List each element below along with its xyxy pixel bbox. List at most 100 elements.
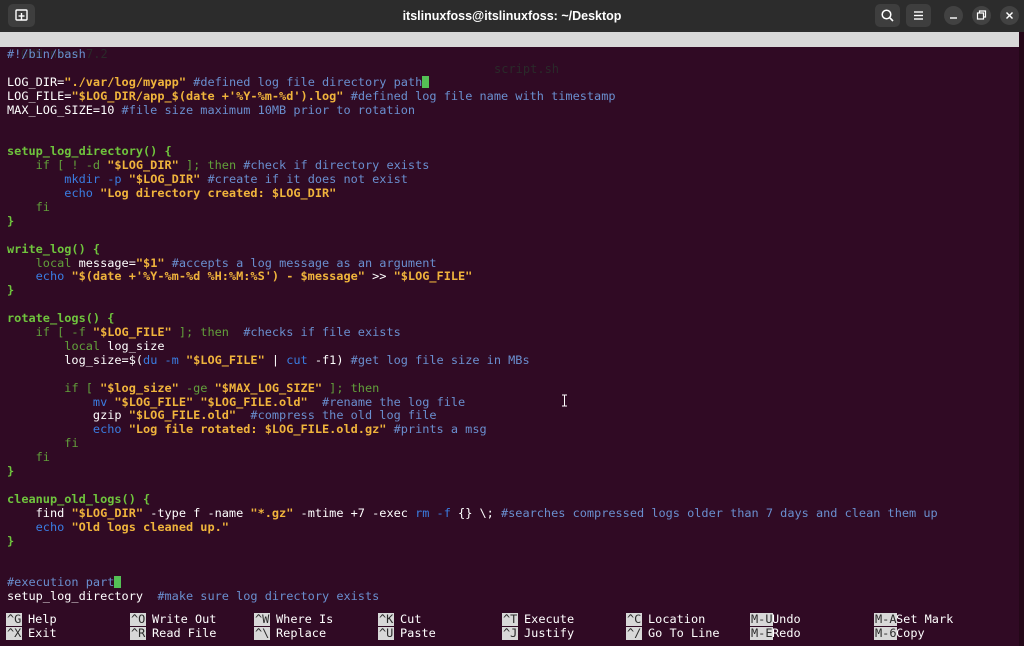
code-token: "$LOG_DIR" [107,158,179,173]
close-button[interactable] [1000,6,1019,25]
shortcut-key-paste: ^U [378,626,395,640]
code-token: #check if directory exists [243,158,430,173]
code-token: setup_log_directory() { [7,144,172,159]
code-token: "Log file rotated: $LOG_FILE.old.gz" [128,422,387,437]
shortcut-key-justify: ^J [502,626,519,640]
code-line: echo "$(date +'%Y-%m-%d %H:%M:%S') - $me… [7,269,473,284]
code-line: echo "Log file rotated: $LOG_FILE.old.gz… [7,422,487,436]
code-token: rm -f [415,505,459,520]
code-token: #rename the log file [322,394,466,409]
code-line: local log_size [7,338,165,353]
code-line: local message="$1" #accepts a log messag… [7,256,437,270]
shortcut-key-copy: M-6 [874,626,898,640]
code-line: fi [7,450,50,464]
code-token: mv [92,394,115,409]
code-token: fi [35,199,50,214]
code-token: LOG_DIR= [7,74,65,89]
code-token: -f1) [314,352,351,367]
menu-button[interactable] [906,4,931,27]
shortcut-key-set-mark: M-A [874,612,898,626]
code-token: if [ [64,380,101,395]
code-line: find "$LOG_DIR" -type f -name "*.gz" -mt… [7,506,938,520]
shortcut-key-redo: M-E [750,626,774,640]
code-token: local [64,338,108,353]
shortcut-label-justify: Justify [524,626,575,640]
code-token: >> [364,269,394,284]
code-token: ]; then [171,325,244,339]
maximize-button[interactable] [972,6,991,25]
shortcut-key-execute: ^T [502,612,519,626]
code-token: LOG_FILE= [7,88,72,103]
shortcut-key-location: ^C [626,612,643,626]
code-token: #checks if file exists [243,325,401,339]
shortcut-label-read-file: Read File [152,626,217,640]
code-token: -ge [178,380,215,395]
code-token: | [264,352,287,367]
code-line: #execution part [7,575,122,589]
code-token: cleanup_old_logs() { [7,491,151,506]
shortcut-key-where-is: ^W [254,612,271,626]
code-token: log_size=$( [7,352,144,367]
code-token: message= [78,255,136,270]
code-token: fi [64,436,79,451]
code-token: #!/bin/bash [7,47,86,61]
code-token: #make sure log directory exists [157,589,380,604]
close-icon [1006,12,1013,19]
hamburger-menu-icon [914,11,923,20]
code-line: echo "Log directory created: $LOG_DIR" [7,186,336,200]
shortcut-label-exit: Exit [28,626,57,640]
restore-icon [976,10,987,20]
code-token: "$LOG_FILE" [393,269,473,284]
shortcut-label-where-is: Where Is [276,612,334,626]
shortcut-key-help: ^G [6,612,23,626]
editor-area[interactable]: #!/bin/bash LOG_DIR="./var/log/myapp" #de… [0,47,1019,608]
code-token: -mtime +7 -exec [293,505,416,520]
shortcut-label-copy: Copy [896,626,925,640]
code-token: "$LOG_DIR" [128,172,201,187]
code-line: fi [7,436,79,451]
shortcut-label-help: Help [28,612,57,626]
code-token: "Log directory created: $LOG_DIR" [100,186,337,200]
shortcut-key-exit: ^X [6,626,23,640]
code-token: "$MAX_LOG_SIZE" [214,380,323,395]
code-line: } [7,283,14,297]
scrollbar[interactable] [1019,32,1024,646]
search-button[interactable] [875,4,900,27]
code-token: "$LOG_FILE" [185,352,265,367]
shortcut-label-undo: Undo [772,612,801,626]
code-token: echo [35,519,72,534]
code-token: "$1" [135,255,165,270]
code-line: setup_log_directory() { [7,144,172,158]
code-token: log_size [107,338,165,353]
code-token: #compress the old log file [250,408,437,423]
code-token: ]; then [322,380,380,395]
shortcut-key-undo: M-U [750,612,774,626]
code-token: "./var/log/myapp" [64,74,186,89]
code-token: write_log() { [7,241,101,256]
code-token: "Old logs cleaned up." [71,519,229,534]
code-token: echo [64,186,101,200]
code-token: {} \; [458,505,501,520]
window-titlebar[interactable]: itslinuxfoss@itslinuxfoss: ~/Desktop [0,0,1024,32]
shortcut-label-go-to-line: Go To Line [648,626,720,640]
code-line: setup_log_directory #make sure log direc… [7,589,379,603]
minimize-button[interactable] [944,6,963,25]
code-token: mkdir -p [64,172,129,187]
code-line: MAX_LOG_SIZE=10 #file size maximum 10MB … [7,103,415,117]
code-line: } [7,214,14,228]
code-token: fi [35,450,50,465]
shortcut-label-cut: Cut [400,612,422,626]
